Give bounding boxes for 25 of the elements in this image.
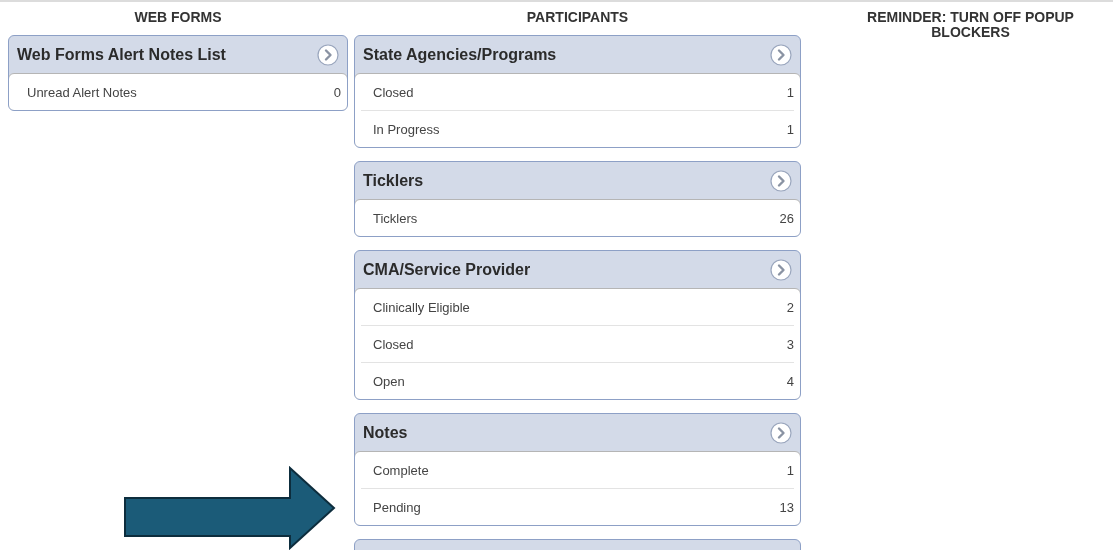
list-item[interactable]: Closed 3 <box>361 325 794 362</box>
card-header[interactable]: CMA/Service Provider <box>355 251 800 288</box>
chevron-right-icon[interactable] <box>770 421 792 444</box>
list-item[interactable]: Pending 13 <box>361 488 794 525</box>
list-item[interactable]: Open 4 <box>361 362 794 399</box>
column-heading: PARTICIPANTS <box>525 10 630 25</box>
card-header[interactable]: Notes <box>355 414 800 451</box>
card-title: Web Forms Alert Notes List <box>17 45 226 64</box>
list-item[interactable]: Closed 1 <box>361 74 794 110</box>
column-heading: WEB FORMS <box>133 10 223 25</box>
chevron-right-icon[interactable] <box>770 258 792 281</box>
chevron-right-icon[interactable] <box>317 43 339 66</box>
card-title: Notes <box>363 423 408 442</box>
card-title: State Agencies/Programs <box>363 45 557 64</box>
list-item[interactable]: In Progress 1 <box>361 110 794 147</box>
card-title: CMA/Service Provider <box>363 260 531 279</box>
card-title: Ticklers <box>363 171 424 190</box>
card-header[interactable]: Web Forms Alert Notes List <box>9 36 347 73</box>
card-header[interactable]: State Agencies/Programs <box>355 36 800 73</box>
chevron-right-icon[interactable] <box>770 169 792 192</box>
chevron-right-icon[interactable] <box>770 43 792 66</box>
column-heading: REMINDER: TURN OFF POPUP BLOCKERS <box>866 10 1075 40</box>
list-item[interactable]: Clinically Eligible 2 <box>361 289 794 325</box>
list-item[interactable]: Complete 1 <box>361 452 794 488</box>
card-header[interactable]: Ticklers <box>355 162 800 199</box>
